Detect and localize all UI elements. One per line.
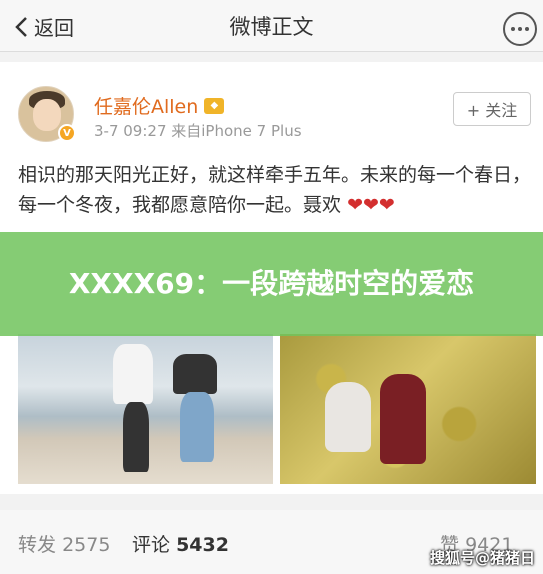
repost-button[interactable]: 转发 2575 [18, 530, 110, 557]
post-text: 相识的那天阳光正好，就这样牵手五年。未来的每一个春日，每一个冬夜，我都愿意陪你一… [18, 160, 538, 220]
hearts-emoji: ❤❤❤ [347, 194, 395, 216]
page-title: 微博正文 [229, 15, 314, 39]
title-banner: XXXX69：一段跨越时空的爱恋 [0, 232, 543, 336]
stats-bar: 转发 2575 评论 5432 赞 9421 搜狐号@猪猪日 [0, 510, 543, 574]
verified-badge-icon: V [58, 124, 76, 142]
follow-button[interactable]: + 关注 [453, 92, 531, 126]
beach-photo[interactable] [18, 334, 273, 484]
comment-count: 5432 [176, 534, 229, 556]
comment-button[interactable]: 评论 5432 [132, 530, 229, 557]
member-icon: ◆ [204, 97, 225, 114]
post-body: 相识的那天阳光正好，就这样牵手五年。未来的每一个春日，每一个冬夜，我都愿意陪你一… [18, 164, 532, 216]
comment-label: 评论 [132, 534, 171, 556]
watermark: 搜狐号@猪猪日 [429, 549, 535, 567]
username-link[interactable]: 任嘉伦Allen ◆ [94, 92, 225, 119]
banner-title: XXXX69：一段跨越时空的爱恋 [68, 267, 475, 300]
top-nav-bar: 返回 微博正文 [0, 0, 543, 52]
post-meta: 3-7 09:27 来自iPhone 7 Plus [94, 122, 302, 140]
username: 任嘉伦Allen [94, 96, 199, 118]
repost-count: 2575 [62, 534, 111, 556]
leaves-photo[interactable] [280, 334, 536, 484]
repost-label: 转发 [18, 534, 57, 556]
more-options-icon[interactable] [503, 12, 537, 46]
